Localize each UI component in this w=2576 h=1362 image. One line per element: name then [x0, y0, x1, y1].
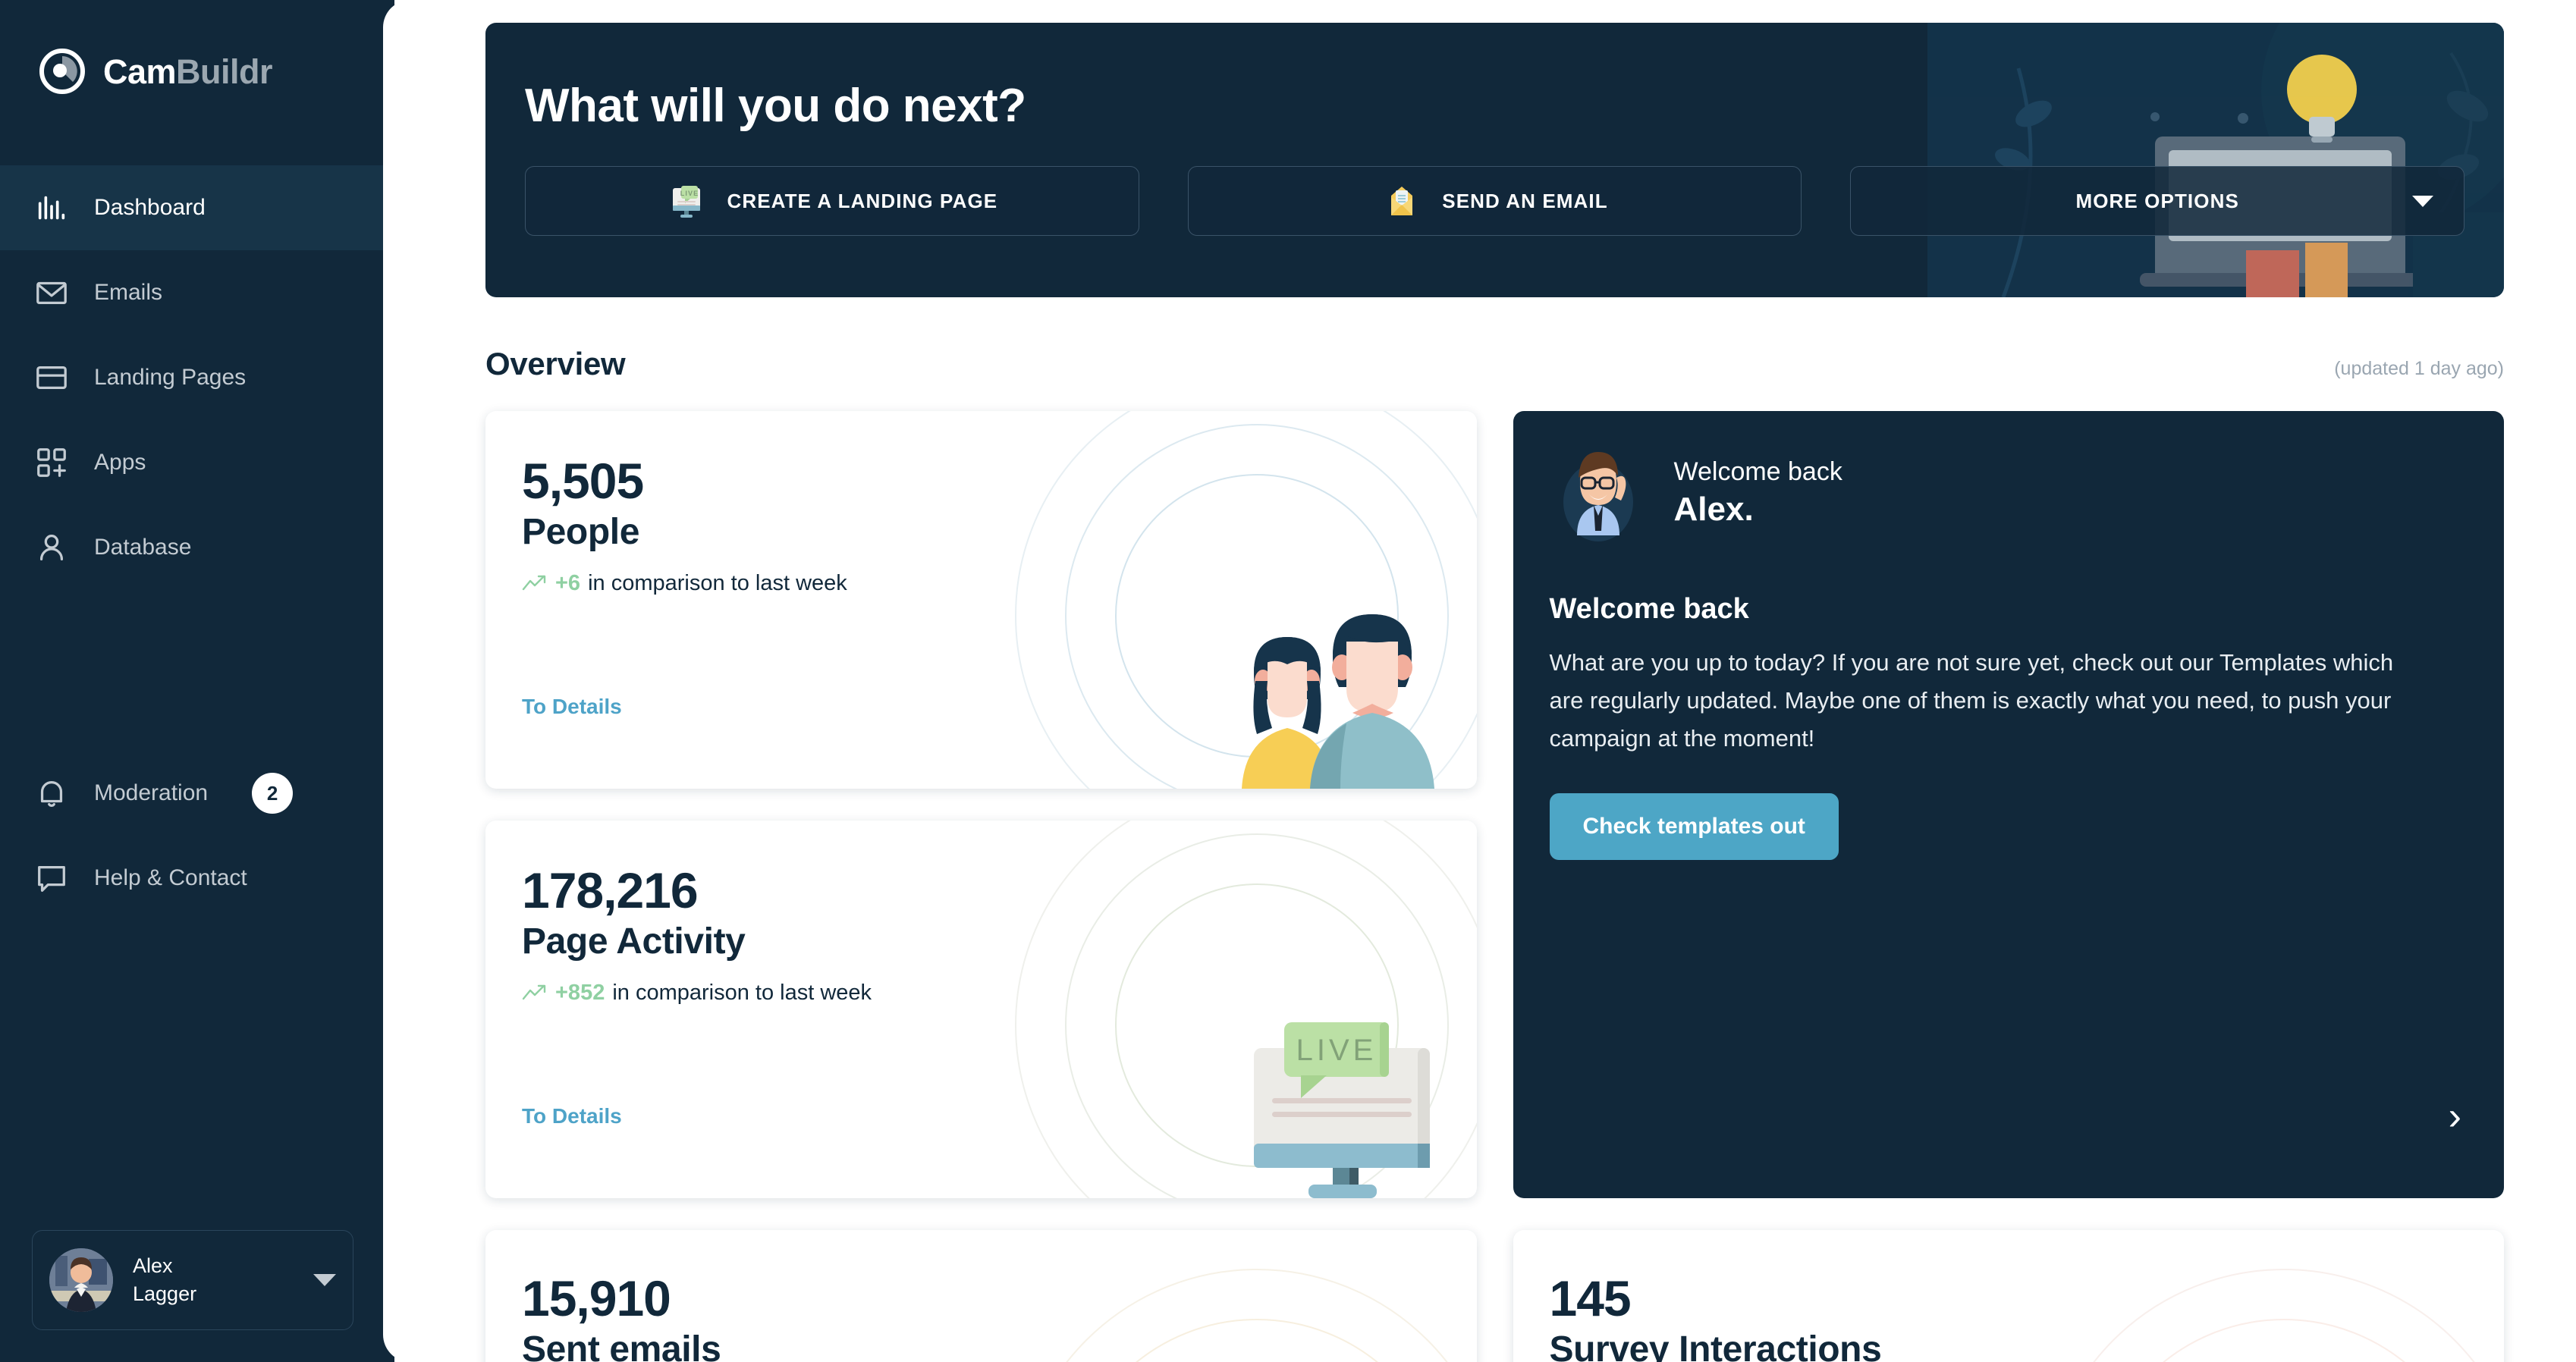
sidebar-item-label: Landing Pages [94, 365, 247, 390]
chevron-down-icon [2412, 195, 2434, 207]
stat-delta: +6 in comparison to last week [522, 571, 1477, 596]
envelope-icon [33, 275, 70, 311]
sidebar-item-label: Moderation [94, 780, 209, 805]
more-options-button[interactable]: MORE OPTIONS [1850, 166, 2465, 236]
man-with-glasses-avatar-icon [1563, 452, 1633, 541]
stat-card-page-activity[interactable]: LIVE 178,216 Page Activity +852 in compa… [485, 821, 1477, 1198]
button-label: MORE OPTIONS [2075, 189, 2239, 212]
profile-last-name: Lagger [133, 1282, 197, 1305]
open-envelope-icon [1381, 180, 1422, 221]
stat-delta-value: +6 [555, 570, 581, 595]
grid-plus-icon [33, 444, 70, 481]
card-body: 15,910 Sent emails [485, 1230, 1477, 1362]
welcome-body: What are you up to today? If you are not… [1549, 649, 2394, 752]
button-label: SEND AN EMAIL [1442, 189, 1608, 212]
sidebar: CamBuildr Dashboard Emails Landing Pages… [0, 0, 394, 1362]
sidebar-item-database[interactable]: Database [0, 505, 394, 590]
stat-card-survey-interactions[interactable]: 145 Survey Interactions [1513, 1230, 2505, 1362]
stat-delta: +852 in comparison to last week [522, 981, 1477, 1006]
hero-title: What will you do next? [525, 80, 1026, 132]
card-body: 145 Survey Interactions [1513, 1230, 2505, 1362]
stat-card-sent-emails[interactable]: 15,910 Sent emails [485, 1230, 1477, 1362]
person-icon [33, 529, 70, 566]
live-monitor-illustration: LIVE [1253, 1022, 1430, 1198]
bell-icon [33, 775, 70, 811]
sidebar-item-label: Emails [94, 280, 163, 305]
profile-name: Alex Lagger [133, 1252, 294, 1309]
sidebar-item-label: Help & Contact [94, 865, 247, 890]
chevron-down-icon[interactable] [313, 1274, 336, 1286]
trending-up-icon [522, 985, 546, 1000]
brand-name-part1: Cam [103, 52, 177, 91]
sidebar-background: CamBuildr Dashboard Emails Landing Pages… [0, 0, 394, 1362]
moderation-badge: 2 [252, 773, 294, 814]
page-title: Overview [485, 346, 626, 381]
sidebar-item-label: Database [94, 535, 192, 560]
stat-label: Page Activity [522, 921, 746, 962]
svg-text:LIVE: LIVE [680, 190, 699, 197]
brand-name: CamBuildr [103, 52, 273, 91]
overview-header: Overview (updated 1 day ago) [485, 346, 2504, 382]
sidebar-item-label: Dashboard [94, 195, 206, 220]
welcome-greeting: Welcome back [1673, 457, 1842, 487]
send-an-email-button[interactable]: SEND AN EMAIL [1187, 166, 1802, 236]
stat-delta-suffix: in comparison to last week [612, 980, 872, 1005]
button-label: CREATE A LANDING PAGE [727, 189, 998, 212]
welcome-card: Welcome back Alex. Welcome back What are… [1513, 411, 2505, 1198]
stat-label: Sent emails [522, 1329, 721, 1362]
chat-bubble-icon [33, 860, 70, 896]
hero-actions: LIVE CREATE A LANDING PAGE SEND AN EMAIL… [485, 133, 2504, 236]
window-card-icon [33, 359, 70, 396]
stat-value: 145 [1549, 1270, 1632, 1326]
secondary-navigation: Moderation 2 Help & Contact [0, 751, 394, 921]
stat-delta-value: +852 [555, 980, 605, 1005]
sidebar-item-dashboard[interactable]: Dashboard [0, 165, 394, 250]
stat-label: Survey Interactions [1549, 1329, 1882, 1362]
avatar [49, 1248, 113, 1312]
user-profile-menu[interactable]: Alex Lagger [32, 1230, 353, 1330]
check-templates-button[interactable]: Check templates out [1549, 792, 1839, 860]
card-body: 5,505 People +6 in comparison to last we… [485, 411, 1477, 596]
sidebar-item-landing-pages[interactable]: Landing Pages [0, 335, 394, 420]
main-content: What will you do next? LIVE CREATE A LAN… [394, 0, 2576, 1362]
stat-value: 178,216 [522, 862, 699, 918]
primary-navigation: Dashboard Emails Landing Pages Apps Data… [0, 165, 394, 892]
hero-banner: What will you do next? LIVE CREATE A LAN… [485, 23, 2504, 297]
sidebar-item-emails[interactable]: Emails [0, 250, 394, 335]
brand-logo[interactable]: CamBuildr [0, 0, 394, 96]
stat-value: 5,505 [522, 453, 644, 509]
create-landing-page-button[interactable]: LIVE CREATE A LANDING PAGE [525, 166, 1139, 236]
welcome-name: Alex. [1673, 490, 1754, 528]
stat-value: 15,910 [522, 1270, 671, 1326]
sidebar-item-apps[interactable]: Apps [0, 420, 394, 505]
welcome-greeting-block: Welcome back Alex. [1674, 456, 1842, 529]
svg-text:LIVE: LIVE [1296, 1034, 1377, 1067]
chevron-right-icon[interactable]: › [2449, 1097, 2461, 1136]
bar-chart-icon [33, 190, 70, 226]
monitor-live-icon: LIVE [666, 180, 707, 221]
two-people-illustration [1241, 614, 1434, 789]
last-updated-label: (updated 1 day ago) [2334, 358, 2504, 379]
welcome-header: Welcome back Alex. [1513, 411, 2505, 541]
sidebar-item-moderation[interactable]: Moderation 2 [0, 751, 394, 836]
trending-up-icon [522, 576, 546, 591]
to-details-link[interactable]: To Details [522, 1104, 622, 1128]
sidebar-item-help-contact[interactable]: Help & Contact [0, 836, 394, 921]
welcome-heading: Welcome back [1549, 593, 1749, 625]
stat-label: People [522, 512, 639, 553]
sidebar-item-label: Apps [94, 450, 146, 475]
profile-first-name: Alex [133, 1254, 173, 1277]
card-body: 178,216 Page Activity +852 in comparison… [485, 821, 1477, 1006]
overview-grid: 5,505 People +6 in comparison to last we… [485, 411, 2504, 1362]
stat-delta-suffix: in comparison to last week [588, 570, 847, 595]
stat-card-people[interactable]: 5,505 People +6 in comparison to last we… [485, 411, 1477, 789]
to-details-link[interactable]: To Details [522, 695, 622, 719]
brand-name-part2: Buildr [176, 52, 273, 91]
circle-donut-logo-icon [38, 47, 86, 96]
